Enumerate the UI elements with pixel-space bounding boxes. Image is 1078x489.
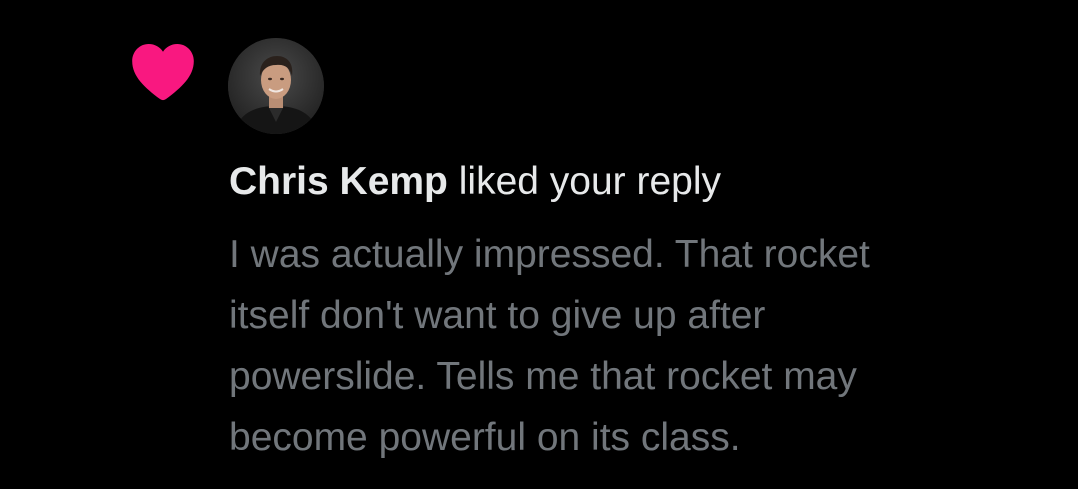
heart-icon — [130, 40, 196, 102]
reply-line: powerslide. Tells me that rocket may — [229, 355, 857, 398]
reply-text[interactable]: I was actually impressed. That rocket it… — [229, 224, 1029, 468]
avatar[interactable] — [228, 38, 324, 134]
user-name[interactable]: Chris Kemp — [229, 160, 448, 203]
like-notification[interactable]: Chris Kemp liked your reply I was actual… — [0, 0, 1078, 489]
reply-line: I was actually impressed. That rocket — [229, 233, 870, 276]
notification-headline: Chris Kemp liked your reply — [229, 158, 721, 206]
action-text: liked your reply — [458, 160, 722, 203]
reply-line: itself don't want to give up after — [229, 294, 766, 337]
reply-line: become powerful on its class. — [229, 416, 741, 459]
